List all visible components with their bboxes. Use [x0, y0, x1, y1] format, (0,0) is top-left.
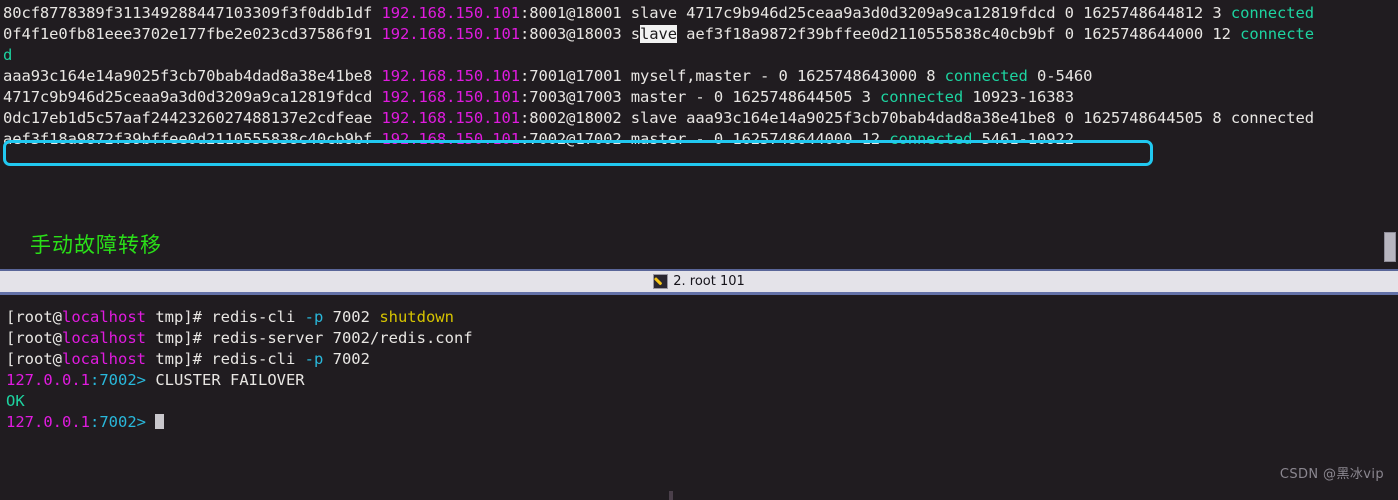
annotation-label-manual-failover: 手动故障转移 [30, 233, 162, 257]
pencil-icon [653, 274, 669, 289]
terminal-text-run: lave [640, 25, 677, 43]
terminal-text-run: 5461-10922 [972, 130, 1074, 148]
terminal-output-bottom: [root@localhost tmp]# redis-cli -p 7002 … [6, 308, 473, 434]
terminal-text-run: tmp]# redis-server 7002/redis.conf [146, 329, 473, 347]
terminal-text-run: :7002> [90, 371, 146, 389]
terminal-text-run: 192.168.150.101 [381, 88, 521, 106]
terminal-line: 0dc17eb1d5c57aaf2442326027488137e2cdfeae… [3, 108, 1398, 129]
terminal-text-run: 7002 [323, 350, 370, 368]
terminal-line: d [3, 45, 1398, 66]
terminal-text-run: :7002@17002 master - 0 1625748644000 12 [520, 130, 890, 148]
terminal-text-run: -p [304, 308, 324, 326]
terminal-text-run: aef3f18a9872f39bffee0d2110555838c40cb9bf… [676, 25, 1241, 43]
terminal-text-run: :8003@18003 s [520, 25, 641, 43]
terminal-pane-top[interactable]: 80cf8778389f311349288447103309f3f0ddb1df… [0, 0, 1398, 269]
terminal-text-run: tmp]# redis-cli [146, 350, 305, 368]
terminal-text-run: connected [1230, 4, 1314, 22]
terminal-pane-bottom[interactable]: [root@localhost tmp]# redis-cli -p 7002 … [0, 298, 1398, 500]
terminal-text-run: shutdown [379, 308, 454, 326]
terminal-text-run: aaa93c164e14a9025f3cb70bab4dad8a38e41be8 [3, 67, 382, 85]
terminal-line: OK [6, 392, 473, 413]
terminal-screenshot: 80cf8778389f311349288447103309f3f0ddb1df… [0, 0, 1398, 500]
terminal-text-run: aef3f18a9872f39bffee0d2110555838c40cb9bf [3, 130, 382, 148]
terminal-line: [root@localhost tmp]# redis-server 7002/… [6, 329, 473, 350]
terminal-cursor [155, 414, 165, 429]
terminal-text-run: 192.168.150.101 [381, 130, 521, 148]
terminal-text-run: 127.0.0.1 [6, 413, 90, 431]
terminal-text-run: 127.0.0.1 [6, 371, 90, 389]
terminal-text-run: :8002@18002 slave aaa93c164e14a9025f3cb7… [520, 109, 1314, 127]
terminal-line: 4717c9b946d25ceaa9a3d0d3209a9ca12819fdcd… [3, 87, 1398, 108]
terminal-text-run: 0-5460 [1027, 67, 1093, 85]
terminal-text-run: localhost [62, 308, 146, 326]
terminal-text-run: connected [889, 130, 973, 148]
terminal-text-run: 192.168.150.101 [381, 67, 521, 85]
terminal-text-run [146, 413, 155, 431]
terminal-line: [root@localhost tmp]# redis-cli -p 7002 … [6, 308, 473, 329]
terminal-text-run: connected [944, 67, 1028, 85]
scrollbar-track-top[interactable] [1382, 0, 1398, 269]
terminal-text-run: :7002> [90, 413, 146, 431]
terminal-text-run: 192.168.150.101 [381, 109, 521, 127]
terminal-line: 0f4f1e0fb81eee3702e177fbe2e023cd37586f91… [3, 24, 1398, 45]
terminal-text-run: OK [6, 392, 25, 410]
tab-label: 2. root 101 [673, 274, 745, 289]
terminal-text-run: [root@ [6, 308, 62, 326]
terminal-text-run: [root@ [6, 329, 62, 347]
terminal-text-run: :8001@18001 slave 4717c9b946d25ceaa9a3d0… [520, 4, 1231, 22]
terminal-line: [root@localhost tmp]# redis-cli -p 7002 [6, 350, 473, 371]
terminal-text-run: [root@ [6, 350, 62, 368]
terminal-text-run: d [3, 46, 13, 64]
terminal-line: 127.0.0.1:7002> CLUSTER FAILOVER [6, 371, 473, 392]
terminal-text-run: 0dc17eb1d5c57aaf2442326027488137e2cdfeae [3, 109, 382, 127]
terminal-text-run: tmp]# redis-cli [146, 308, 305, 326]
terminal-text-run: :7003@17003 master - 0 1625748644505 3 [520, 88, 881, 106]
terminal-text-run: -p [304, 350, 324, 368]
terminal-text-run: connected [880, 88, 964, 106]
terminal-text-run: 80cf8778389f311349288447103309f3f0ddb1df [3, 4, 382, 22]
terminal-line: 127.0.0.1:7002> [6, 413, 473, 434]
terminal-text-run: 192.168.150.101 [381, 25, 521, 43]
terminal-text-run: CLUSTER FAILOVER [146, 371, 305, 389]
scrollbar-thumb-top[interactable] [1384, 232, 1396, 262]
bottom-edge-marker [669, 491, 673, 500]
statusbar: 2. root 101 [0, 269, 1398, 295]
terminal-text-run: 192.168.150.101 [381, 4, 521, 22]
terminal-text-run: 7002 [323, 308, 380, 326]
terminal-text-run: localhost [62, 329, 146, 347]
terminal-text-run: localhost [62, 350, 146, 368]
terminal-text-run: 0f4f1e0fb81eee3702e177fbe2e023cd37586f91 [3, 25, 382, 43]
terminal-output-top: 80cf8778389f311349288447103309f3f0ddb1df… [3, 3, 1398, 150]
tab-root-101[interactable]: 2. root 101 [647, 274, 751, 289]
terminal-line: 80cf8778389f311349288447103309f3f0ddb1df… [3, 3, 1398, 24]
terminal-text-run: 10923-16383 [963, 88, 1074, 106]
terminal-line: aaa93c164e14a9025f3cb70bab4dad8a38e41be8… [3, 66, 1398, 87]
terminal-text-run: 4717c9b946d25ceaa9a3d0d3209a9ca12819fdcd [3, 88, 382, 106]
watermark: CSDN @黑冰vip [1279, 467, 1384, 482]
terminal-line: aef3f18a9872f39bffee0d2110555838c40cb9bf… [3, 129, 1398, 150]
terminal-text-run: connecte [1240, 25, 1314, 43]
terminal-text-run: :7001@17001 myself,master - 0 1625748643… [520, 67, 945, 85]
